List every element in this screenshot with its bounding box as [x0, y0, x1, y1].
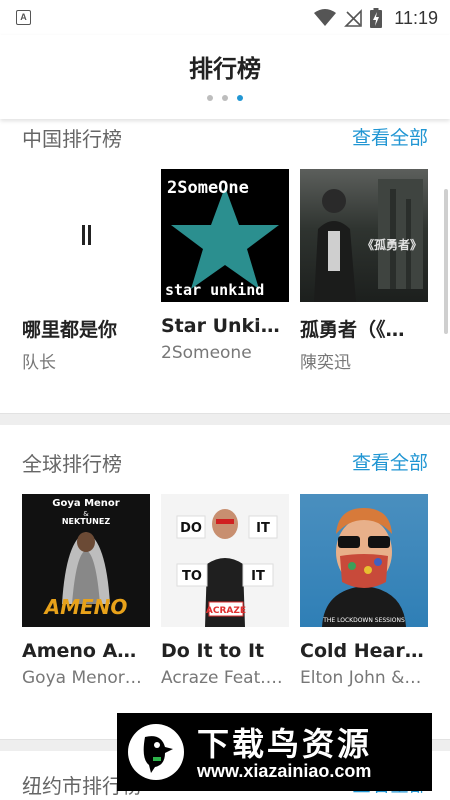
status-bar: A 11:19	[0, 0, 450, 35]
song-title: Ameno Ame…	[22, 640, 150, 662]
section-title: 全球排行榜	[22, 452, 122, 476]
cover-text-bottom: AMENO	[43, 595, 128, 619]
song-artist: 陳奕迅	[300, 353, 351, 373]
cover-word: TO	[182, 569, 202, 584]
card-row: Goya Menor & NEKTUNEZ AMENO Ameno Ame… G…	[22, 494, 428, 688]
wifi-icon	[314, 9, 337, 26]
status-icons: 11:19	[314, 5, 438, 31]
pause-icon	[82, 225, 85, 245]
song-title: Do It to It	[161, 640, 265, 662]
album-cover-loading	[22, 169, 150, 302]
cover-word: DO	[180, 521, 202, 536]
page-title: 排行榜	[189, 55, 261, 83]
star-icon	[171, 187, 279, 289]
song-artist: Goya Menor…	[22, 668, 142, 688]
watermark-url: www.xiazainiao.com	[197, 761, 372, 781]
album-cover: THE LOCKDOWN SESSIONS	[300, 494, 428, 627]
card-row: 哪里都是你 队长 2SomeOne star unkind Star Unkin…	[22, 169, 428, 373]
section-global-chart: 全球排行榜 查看全部 Goya Menor & NEKTUNEZ AMENO A…	[0, 425, 450, 735]
view-all-link[interactable]: 查看全部	[352, 123, 428, 150]
song-title: 孤勇者（《…	[300, 319, 405, 341]
page-dot-3-active[interactable]	[237, 95, 243, 101]
song-card[interactable]: 2SomeOne star unkind Star Unkin… 2Someon…	[161, 169, 289, 373]
song-artist: Acraze Feat.…	[161, 668, 283, 688]
cover-text: 《孤勇者》	[362, 237, 422, 252]
chart-list[interactable]: 中国排行榜 查看全部 哪里都是你 队长 2SomeOne star unkind…	[0, 119, 450, 800]
section-header: 中国排行榜 查看全部	[22, 123, 428, 153]
scrollbar[interactable]	[444, 189, 448, 334]
song-card[interactable]: DO IT TO IT ACRAZE Do It to It Acraze Fe…	[161, 494, 289, 688]
cover-word: IT	[251, 569, 265, 584]
cover-text-top: Goya Menor	[52, 498, 120, 509]
song-card[interactable]: 哪里都是你 队长	[22, 169, 150, 373]
album-cover: 《孤勇者》	[300, 169, 428, 302]
song-title: Cold Heart…	[300, 640, 428, 662]
song-card[interactable]: Goya Menor & NEKTUNEZ AMENO Ameno Ame… G…	[22, 494, 150, 688]
song-artist: 队长	[22, 353, 56, 373]
bird-logo-icon	[128, 724, 184, 780]
view-all-link[interactable]: 查看全部	[352, 448, 428, 475]
section-china-chart: 中国排行榜 查看全部 哪里都是你 队长 2SomeOne star unkind…	[0, 119, 450, 409]
album-cover: DO IT TO IT ACRAZE	[161, 494, 289, 627]
song-title: 哪里都是你	[22, 319, 118, 341]
song-card[interactable]: 《孤勇者》 孤勇者（《… 陳奕迅	[300, 169, 428, 373]
section-divider	[0, 413, 450, 425]
signal-icon	[344, 9, 363, 27]
page-dot-1[interactable]	[207, 95, 213, 101]
song-artist: 2Someone	[161, 343, 252, 363]
song-artist: Elton John &…	[300, 668, 422, 688]
cover-text-bottom: THE LOCKDOWN SESSIONS	[322, 617, 405, 624]
song-title: Star Unkin…	[161, 315, 289, 337]
cover-text-mid: NEKTUNEZ	[62, 517, 110, 526]
status-time: 11:19	[394, 7, 438, 28]
cover-text-top: 2SomeOne	[167, 178, 249, 198]
battery-charging-icon	[370, 8, 383, 28]
cover-text-bottom: ACRAZE	[206, 606, 246, 616]
cover-text-bottom: star unkind	[165, 281, 264, 299]
album-cover: 2SomeOne star unkind	[161, 169, 289, 302]
section-header: 全球排行榜 查看全部	[22, 448, 428, 478]
page-indicator	[0, 95, 450, 101]
page-dot-2[interactable]	[222, 95, 228, 101]
title-bar: 排行榜	[0, 35, 450, 119]
section-title: 中国排行榜	[22, 127, 122, 151]
album-cover: Goya Menor & NEKTUNEZ AMENO	[22, 494, 150, 627]
watermark-banner: 下载鸟资源 www.xiazainiao.com	[117, 713, 432, 791]
watermark-name: 下载鸟资源	[197, 725, 373, 763]
notification-app-icon: A	[16, 10, 31, 25]
cover-word: IT	[256, 521, 270, 536]
song-card[interactable]: THE LOCKDOWN SESSIONS Cold Heart… Elton …	[300, 494, 428, 688]
